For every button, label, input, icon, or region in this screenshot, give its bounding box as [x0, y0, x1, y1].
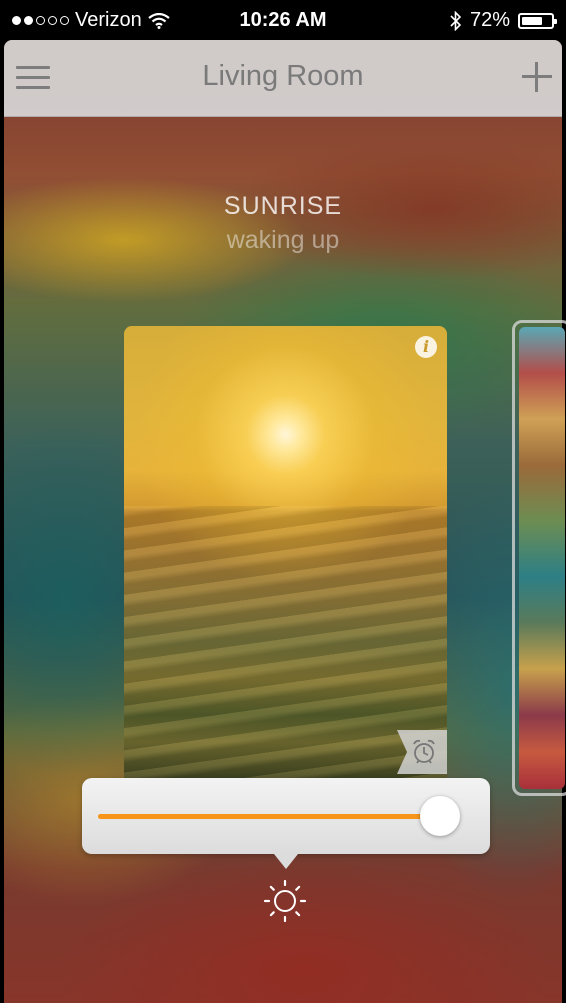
scene-image-hills [124, 506, 447, 778]
screen: Verizon 10:26 AM 72% Living Room SUNRISE… [0, 0, 566, 1003]
status-right: 72% [450, 9, 557, 32]
sun-icon[interactable] [262, 878, 308, 924]
sun-icon-graphic [263, 879, 307, 923]
next-scene-card[interactable] [512, 320, 566, 796]
bluetooth-icon [450, 10, 462, 31]
brightness-slider-thumb[interactable] [420, 796, 460, 836]
battery-percent: 72% [469, 9, 510, 31]
plus-icon[interactable] [522, 62, 552, 92]
scene-card-sunrise[interactable]: i [124, 326, 447, 778]
room-title: Living Room [202, 60, 364, 92]
battery-icon [518, 12, 557, 29]
brightness-slider-fill [98, 814, 440, 819]
scene-subtitle: waking up [226, 226, 340, 254]
scene-title: SUNRISE [223, 192, 343, 220]
battery-fill [522, 16, 543, 25]
next-scene-image [519, 327, 565, 789]
brightness-slider[interactable] [98, 796, 460, 836]
navigation-bar: Living Room [4, 40, 562, 117]
brightness-popover [82, 778, 490, 869]
status-bar: Verizon 10:26 AM 72% [0, 0, 566, 40]
alarm-clock-icon [413, 739, 435, 764]
info-icon[interactable]: i [415, 336, 437, 358]
